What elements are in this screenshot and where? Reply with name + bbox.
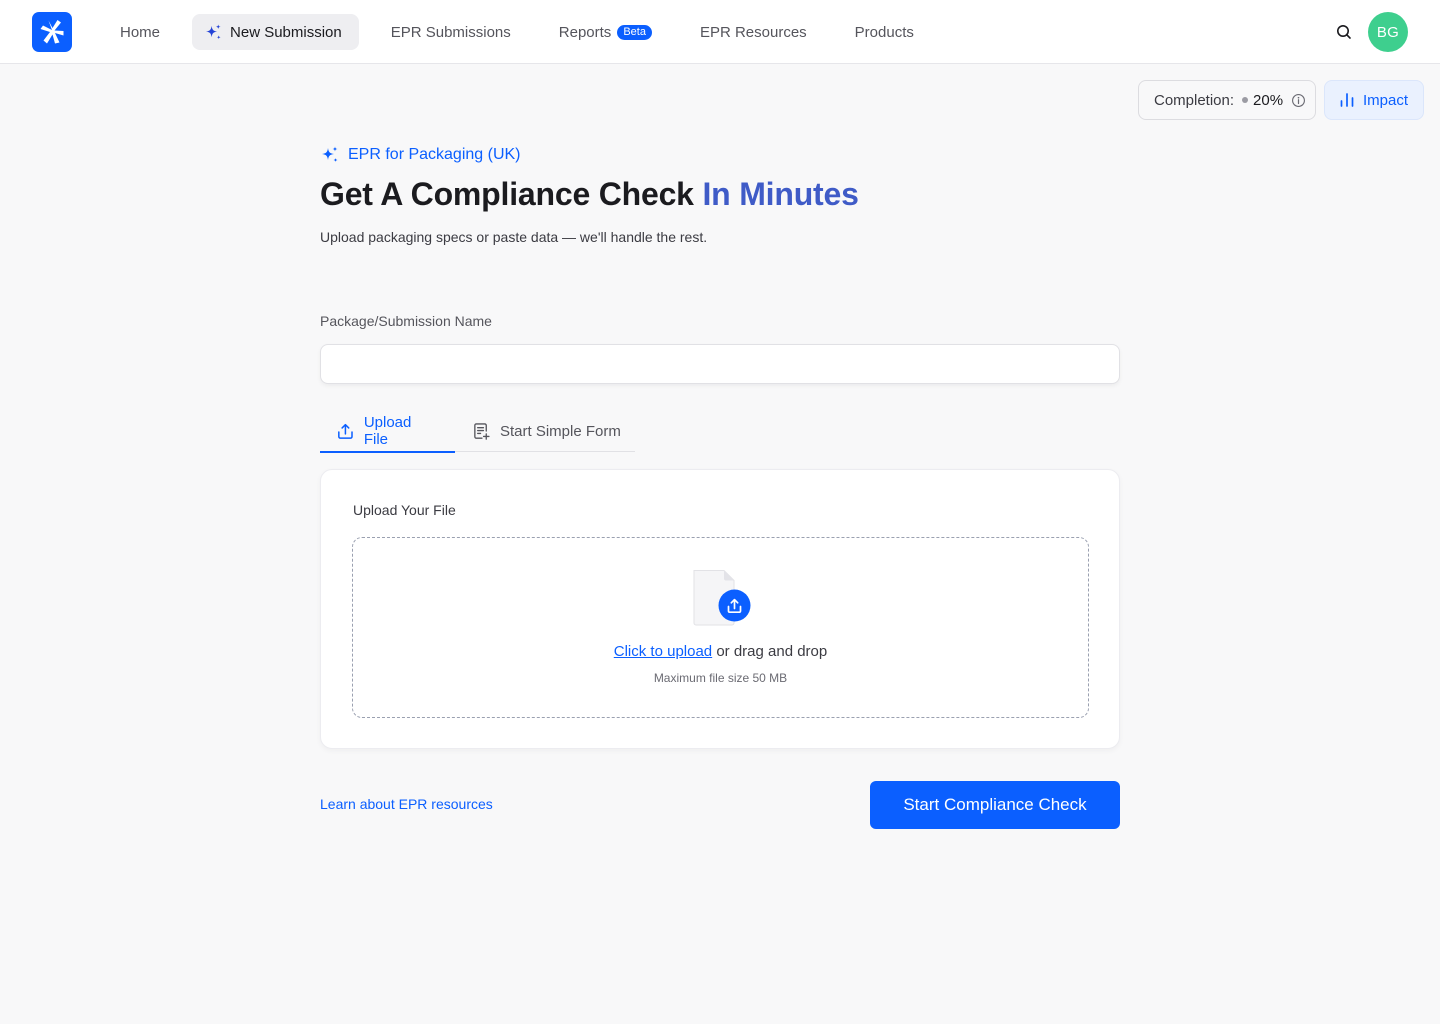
completion-indicator: Completion: 20% [1138,80,1316,120]
upload-card-label: Upload Your File [353,502,456,518]
sparkle-icon [322,146,338,162]
nav-item-label: EPR Resources [699,23,807,41]
nav-item-label: Products [854,23,914,41]
info-icon[interactable] [1291,93,1306,108]
user-avatar[interactable]: BG [1368,12,1408,52]
top-navigation: Home New Submission EPR Submissions Repo… [0,0,1440,64]
impact-label: Impact [1363,91,1409,109]
beta-badge: Beta [617,24,652,40]
logo-mark-icon [40,20,64,44]
learn-epr-resources-link[interactable]: Learn about EPR resources [320,796,493,812]
nav-item-home[interactable]: Home [104,14,176,50]
submission-name-label: Package/Submission Name [320,313,492,329]
product-eyebrow: EPR for Packaging (UK) [320,145,521,165]
page-subtitle: Upload packaging specs or paste data — w… [320,229,708,245]
drag-drop-text: or drag and drop [712,643,828,660]
sparkle-icon [204,23,223,42]
bar-chart-icon [1340,93,1354,107]
tab-upload-file[interactable]: Upload File [320,410,455,453]
nav-item-new-submission[interactable]: New Submission [192,14,359,50]
nav-item-reports[interactable]: Reports Beta [543,14,668,50]
nav-links: Home New Submission EPR Submissions Repo… [104,14,946,50]
file-dropzone[interactable]: Click to upload or drag and drop Maximum… [352,537,1089,718]
upload-icon [338,423,353,439]
upload-card: Upload Your File Click to upload or drag… [320,469,1120,749]
title-accent: In Minutes [702,176,859,212]
file-upload-icon [691,569,751,627]
nav-item-epr-resources[interactable]: EPR Resources [684,14,823,50]
eyebrow-text: EPR for Packaging (UK) [348,146,521,163]
max-file-size-note: Maximum file size 50 MB [653,671,788,685]
completion-dot [1242,97,1249,103]
nav-item-label: New Submission [230,23,342,41]
tab-label: Upload File [363,414,412,448]
impact-button[interactable]: Impact [1324,80,1424,120]
tab-label: Start Simple Form [500,422,621,440]
input-mode-tabs: Upload File Start Simple Form [320,410,635,453]
submission-name-input[interactable] [320,344,1120,384]
nav-item-products[interactable]: Products [839,14,930,50]
app-logo[interactable] [32,12,72,52]
nav-item-label: Reports [558,23,612,41]
search-icon[interactable] [1334,22,1354,42]
nav-item-label: EPR Submissions [390,23,511,41]
click-to-upload-link[interactable]: Click to upload [614,643,712,660]
dropzone-prompt: Click to upload or drag and drop [353,643,1088,660]
title-main: Get A Compliance Check [320,176,703,212]
tab-start-simple-form[interactable]: Start Simple Form [455,410,621,452]
completion-label: Completion: [1154,91,1235,109]
form-icon [474,422,490,440]
page-title: Get A Compliance Check In Minutes [320,176,859,213]
start-compliance-check-button[interactable]: Start Compliance Check [870,781,1120,829]
completion-value: 20% [1253,91,1284,109]
nav-item-label: Home [120,23,161,41]
nav-item-epr-submissions[interactable]: EPR Submissions [375,14,527,50]
